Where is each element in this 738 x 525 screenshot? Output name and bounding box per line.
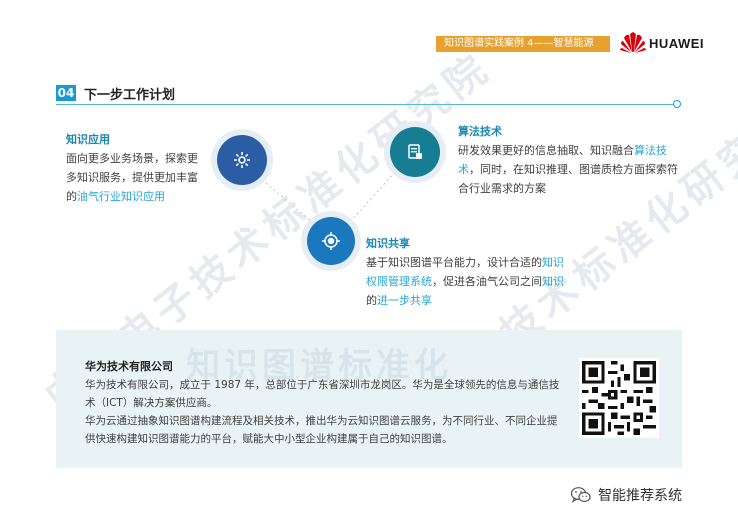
header-banner: 知识图谱实践案例 4——智慧能源 — [436, 36, 610, 52]
knowledge-sharing-block: 知识共享 基于知识图谱平台能力，设计合适的知识权限管理系统，促进各油气公司之间知… — [366, 234, 566, 310]
target-icon — [322, 232, 340, 250]
knowledge-application-title: 知识应用 — [66, 133, 110, 146]
section-divider — [56, 104, 674, 105]
knowledge-sharing-body: 基于知识图谱平台能力，设计合适的知识权限管理系统，促进各油气公司之间知识的进一步… — [366, 253, 566, 310]
company-title: 华为技术有限公司 — [85, 360, 173, 373]
section-number: 04 — [56, 85, 76, 101]
body-text: ，同时，在知识推理、图谱质检方面探索符合行业需求的方案 — [458, 163, 678, 195]
algorithm-tech-body: 研发效果更好的信息抽取、知识融合算法技术，同时，在知识推理、图谱质检方面探索符合… — [458, 141, 680, 198]
section-title: 下一步工作计划 — [84, 88, 176, 103]
huawei-petal-icon — [620, 32, 646, 53]
body-text: 研发效果更好的信息抽取、知识融合 — [458, 144, 634, 157]
gear-icon — [234, 152, 250, 168]
body-text: ，促进各油气公司之间 — [432, 275, 542, 288]
wechat-account-footer: 智能推荐系统 — [570, 484, 682, 506]
knowledge-sharing-title: 知识共享 — [366, 237, 410, 250]
qr-code — [579, 358, 659, 438]
company-info-box: 知识图谱标准化 华为技术有限公司 华为技术有限公司，成立于 1987 年，总部位… — [56, 330, 682, 468]
knowledge-sharing-badge — [301, 211, 361, 271]
company-description: 华为技术有限公司，成立于 1987 年，总部位于广东省深圳市龙岗区。华为是全球领… — [85, 376, 565, 448]
body-text: 的 — [366, 294, 377, 307]
algorithm-tech-block: 算法技术 研发效果更好的信息抽取、知识融合算法技术，同时，在知识推理、图谱质检方… — [458, 122, 680, 198]
algorithm-tech-badge — [384, 121, 446, 183]
knowledge-application-badge — [211, 129, 273, 191]
knowledge-application-block: 知识应用 面向更多业务场景，探索更多知识服务，提供更加丰富的油气行业知识应用 — [66, 130, 204, 206]
divider-end-dot — [673, 100, 681, 108]
knowledge-application-body: 面向更多业务场景，探索更多知识服务，提供更加丰富的油气行业知识应用 — [66, 149, 204, 206]
highlight-text: 油气行业知识应用 — [77, 190, 165, 203]
highlight-text: 进一步共享 — [377, 294, 432, 307]
company-paragraph: 华为技术有限公司，成立于 1987 年，总部位于广东省深圳市龙岗区。华为是全球领… — [85, 379, 560, 409]
highlight-text: 知识 — [542, 275, 564, 288]
huawei-logo: HUAWEI — [620, 30, 730, 56]
company-paragraph: 华为云通过抽象知识图谱构建流程及相关技术，推出华为云知识图谱云服务，为不同行业、… — [85, 415, 558, 445]
document-icon — [408, 144, 422, 159]
body-text: 基于知识图谱平台能力，设计合适的 — [366, 256, 542, 269]
wechat-icon — [570, 487, 591, 503]
brand-name: HUAWEI — [649, 35, 704, 51]
algorithm-tech-title: 算法技术 — [458, 125, 502, 138]
wechat-account-name: 智能推荐系统 — [598, 488, 682, 504]
